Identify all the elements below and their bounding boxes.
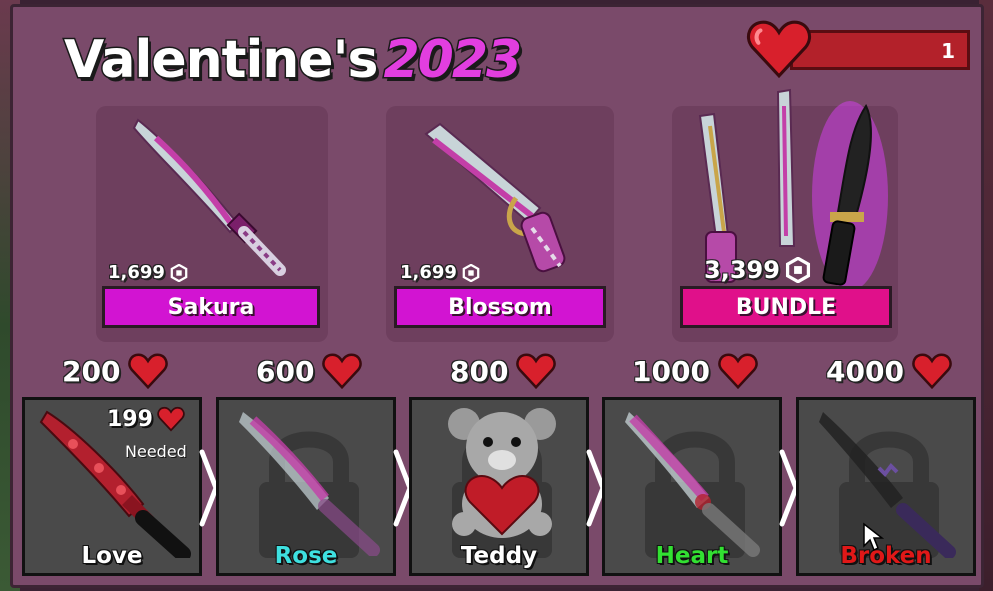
blossom-buy-button[interactable]: Blossom: [394, 286, 606, 328]
bundle-price-value: 3,399: [704, 256, 780, 284]
heart-icon: [516, 353, 557, 390]
tier-card-broken[interactable]: Broken: [796, 397, 976, 576]
tier-name-rose: Rose: [274, 543, 338, 569]
broken-knife-image: [819, 412, 956, 558]
heart-icon: [157, 406, 185, 432]
heart-icon: [912, 353, 952, 390]
needed-count-value: 199: [107, 406, 153, 432]
needed-label: Needed: [125, 442, 187, 461]
bundle-buy-button[interactable]: BUNDLE: [680, 286, 892, 328]
sakura-price-value: 1,699: [108, 262, 165, 283]
blossom-price-value: 1,699: [400, 262, 457, 283]
sakura-buy-button[interactable]: Sakura: [102, 286, 320, 328]
tier-name-broken: Broken: [840, 543, 932, 569]
hearts-needed-count: 199: [107, 406, 185, 432]
heart-knife-image: [625, 412, 760, 557]
heart-icon: [747, 20, 811, 79]
event-title: Valentine's 2023: [62, 10, 524, 92]
tier-card-rose[interactable]: Rose: [216, 397, 396, 576]
blossom-price: 1,699: [400, 262, 480, 283]
mouse-cursor-icon: [863, 522, 884, 552]
sakura-price: 1,699: [108, 262, 188, 283]
title-year: 2023: [382, 29, 524, 92]
heart-icon: [322, 353, 363, 390]
tier-cost-value: 200: [62, 354, 121, 388]
tier-cost-rose: 600: [256, 352, 363, 390]
tier-name-love: Love: [81, 543, 143, 569]
heart-icon: [128, 353, 169, 390]
tier-name-heart: Heart: [655, 543, 729, 569]
tier-cost-value: 1000: [632, 354, 710, 388]
robux-icon: [170, 263, 188, 282]
tier-cost-broken: 4000: [826, 352, 952, 390]
hearts-count: 1: [941, 39, 955, 63]
hearts-currency-bar: 1: [790, 30, 970, 70]
tier-card-heart[interactable]: Heart: [602, 397, 782, 576]
tier-cost-teddy: 800: [450, 352, 557, 390]
bundle-price: 3,399: [704, 256, 811, 284]
tier-name-teddy: Teddy: [460, 543, 538, 569]
tier-cost-value: 800: [450, 354, 509, 388]
rose-knife-image: [239, 412, 380, 556]
teddy-bear-image: [448, 408, 556, 538]
tier-cost-value: 4000: [826, 354, 904, 388]
title-text: Valentine's: [62, 29, 379, 92]
tier-cost-love: 200: [62, 352, 169, 390]
robux-icon: [462, 263, 480, 282]
heart-icon: [718, 353, 758, 390]
robux-icon: [785, 257, 810, 283]
tier-cost-heart: 1000: [632, 352, 758, 390]
tier-card-teddy[interactable]: Teddy: [409, 397, 589, 576]
sakura-knife-image: [132, 118, 286, 276]
tier-cost-value: 600: [256, 354, 315, 388]
tier-card-love[interactable]: 199 Needed Love: [22, 397, 202, 576]
